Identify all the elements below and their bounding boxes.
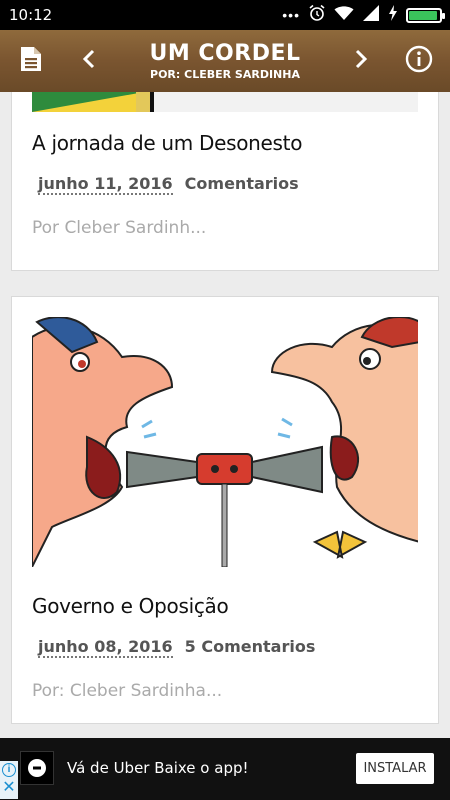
ad-choices[interactable]: i ✕	[0, 761, 18, 799]
post-thumbnail[interactable]	[32, 92, 418, 112]
chevron-left-icon	[82, 49, 96, 74]
post-author-snippet: Por: Cleber Sardinha...	[32, 681, 223, 701]
post-meta: junho 08, 2016 5 Comentarios	[38, 637, 315, 658]
ad-info-icon[interactable]: i	[2, 763, 16, 777]
post-title[interactable]: A jornada de um Desonesto	[32, 131, 302, 155]
uber-logo-icon	[20, 751, 54, 785]
post-card[interactable]: A jornada de um Desonesto junho 11, 2016…	[11, 92, 439, 271]
next-button[interactable]	[330, 30, 392, 92]
close-icon[interactable]: ✕	[2, 780, 16, 796]
post-list: A jornada de um Desonesto junho 11, 2016…	[0, 92, 450, 738]
app-title: UM CORDEL	[149, 41, 301, 66]
post-title[interactable]: Governo e Oposição	[32, 594, 229, 618]
status-bar: 10:12 •••	[0, 0, 450, 30]
post-date[interactable]: junho 11, 2016	[38, 174, 173, 195]
chevron-right-icon	[354, 49, 368, 74]
info-button[interactable]	[388, 30, 450, 92]
status-time: 10:12	[9, 6, 53, 24]
post-date[interactable]: junho 08, 2016	[38, 637, 173, 658]
ad-text[interactable]: Vá de Uber Baixe o app!	[67, 759, 249, 777]
document-button[interactable]	[0, 30, 62, 92]
post-comments-link[interactable]: Comentarios	[185, 174, 299, 195]
install-button[interactable]: INSTALAR	[356, 753, 434, 784]
info-icon	[405, 45, 433, 78]
app-subtitle: POR: CLEBER SARDINHA	[150, 68, 300, 81]
status-icons: •••	[282, 4, 445, 27]
wifi-icon	[334, 5, 354, 26]
battery-icon	[406, 7, 445, 23]
document-icon	[19, 45, 43, 78]
alarm-icon	[308, 4, 326, 27]
ad-banner[interactable]: i ✕ Vá de Uber Baixe o app! INSTALAR	[0, 738, 450, 800]
app-bar: UM CORDEL POR: CLEBER SARDINHA	[0, 30, 450, 92]
notification-dots: •••	[282, 7, 300, 23]
post-comments-link[interactable]: 5 Comentarios	[185, 637, 316, 658]
post-author-snippet: Por Cleber Sardinh...	[32, 218, 207, 238]
signal-icon	[362, 4, 380, 26]
post-thumbnail[interactable]	[32, 317, 418, 567]
charging-icon	[388, 4, 398, 26]
post-meta: junho 11, 2016 Comentarios	[38, 174, 299, 195]
post-card[interactable]: Governo e Oposição junho 08, 2016 5 Come…	[11, 296, 439, 724]
